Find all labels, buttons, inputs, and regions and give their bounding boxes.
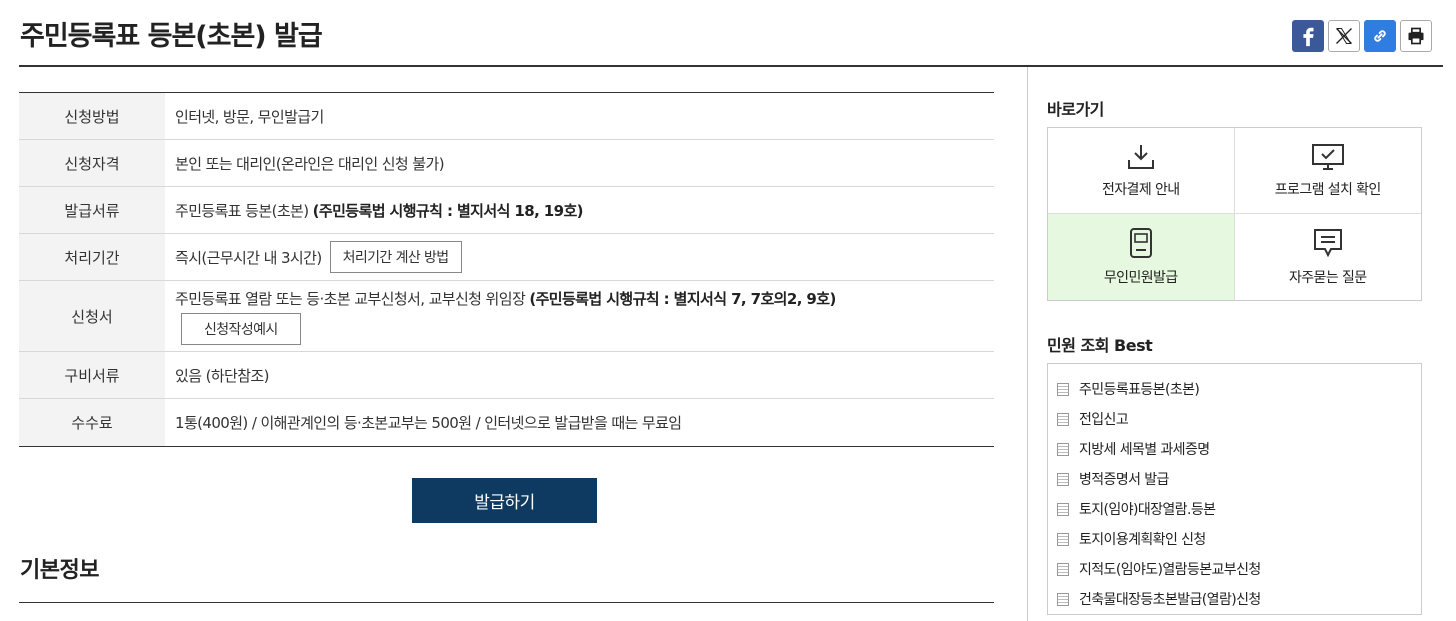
basic-info-heading: 기본정보 bbox=[20, 558, 99, 583]
row-value: 본인 또는 대리인(온라인은 대리인 신청 불가) bbox=[175, 154, 445, 173]
row-label: 발급서류 bbox=[19, 187, 165, 233]
download-icon bbox=[1127, 144, 1154, 169]
sidebar-divider bbox=[1027, 67, 1028, 621]
list-item-label: 지적도(임야도)열람등본교부신청 bbox=[1079, 562, 1261, 578]
list-item-label: 주민등록표등본(초본) bbox=[1079, 382, 1200, 398]
application-example-button[interactable]: 신청작성예시 bbox=[181, 312, 301, 345]
list-item-label: 토지이용계획확인 신청 bbox=[1079, 532, 1206, 548]
table-row: 처리기간 즉시(근무시간 내 3시간) 처리기간 계산 방법 bbox=[19, 234, 994, 281]
kiosk-icon bbox=[1129, 228, 1152, 258]
list-item-label: 지방세 세목별 과세증명 bbox=[1079, 442, 1210, 458]
monitor-check-icon bbox=[1311, 143, 1344, 170]
list-item[interactable]: 주민등록표등본(초본) bbox=[1057, 374, 1421, 404]
document-icon bbox=[1057, 532, 1069, 546]
row-label: 신청자격 bbox=[19, 140, 165, 186]
link-icon[interactable] bbox=[1364, 20, 1396, 52]
list-item[interactable]: 건축물대장등초본발급(열람)신청 bbox=[1057, 584, 1421, 614]
table-row: 신청서 주민등록표 열람 또는 등·초본 교부신청서, 교부신청 위임장 (주민… bbox=[19, 281, 994, 352]
shortcut-label: 무인민원발급 bbox=[1103, 270, 1178, 286]
row-label: 구비서류 bbox=[19, 352, 165, 398]
shortcut-kiosk[interactable]: 무인민원발급 bbox=[1048, 214, 1235, 300]
list-item[interactable]: 토지(임야)대장열람.등본 bbox=[1057, 494, 1421, 524]
row-value-law: (주민등록법 시행규칙 : 별지서식 18, 19호) bbox=[312, 201, 584, 220]
table-row: 수수료 1통(400원) / 이해관계인의 등·초본교부는 500원 / 인터넷… bbox=[19, 399, 994, 446]
shortcut-label: 프로그램 설치 확인 bbox=[1274, 181, 1382, 198]
best-list: 주민등록표등본(초본) 전입신고 지방세 세목별 과세증명 병적증명서 발급 토… bbox=[1047, 363, 1422, 615]
row-value-law: (주민등록법 시행규칙 : 별지서식 7, 7호의2, 9호) bbox=[529, 289, 836, 308]
list-item[interactable]: 지적도(임야도)열람등본교부신청 bbox=[1057, 554, 1421, 584]
shortcut-epayment[interactable]: 전자결제 안내 bbox=[1048, 128, 1235, 214]
document-icon bbox=[1057, 592, 1069, 606]
document-icon bbox=[1057, 412, 1069, 426]
document-icon bbox=[1057, 442, 1069, 456]
shortcut-program-check[interactable]: 프로그램 설치 확인 bbox=[1234, 128, 1421, 214]
row-label: 수수료 bbox=[19, 399, 165, 446]
facebook-icon[interactable] bbox=[1292, 20, 1324, 52]
shortcut-label: 전자결제 안내 bbox=[1101, 181, 1180, 198]
table-row: 구비서류 있음 (하단참조) bbox=[19, 352, 994, 399]
list-item-label: 전입신고 bbox=[1079, 412, 1129, 428]
list-item-label: 토지(임야)대장열람.등본 bbox=[1079, 502, 1216, 518]
list-item-label: 병적증명서 발급 bbox=[1079, 472, 1169, 488]
row-label: 신청방법 bbox=[19, 93, 165, 139]
document-icon bbox=[1057, 382, 1069, 396]
x-icon[interactable] bbox=[1328, 20, 1360, 52]
shortcut-heading: 바로가기 bbox=[1047, 100, 1104, 119]
share-toolbar bbox=[1292, 20, 1432, 52]
speech-bubble-icon bbox=[1313, 229, 1342, 258]
table-row: 신청자격 본인 또는 대리인(온라인은 대리인 신청 불가) bbox=[19, 140, 994, 187]
document-icon bbox=[1057, 562, 1069, 576]
table-row: 신청방법 인터넷, 방문, 무인발급기 bbox=[19, 93, 994, 140]
list-item[interactable]: 지방세 세목별 과세증명 bbox=[1057, 434, 1421, 464]
shortcut-faq[interactable]: 자주묻는 질문 bbox=[1235, 214, 1422, 300]
row-value: 주민등록표 등본(초본) bbox=[175, 201, 313, 220]
basic-info-divider bbox=[19, 602, 994, 603]
list-item-label: 건축물대장등초본발급(열람)신청 bbox=[1079, 592, 1261, 608]
row-value: 인터넷, 방문, 무인발급기 bbox=[175, 107, 324, 126]
document-icon bbox=[1057, 472, 1069, 486]
list-item[interactable]: 토지이용계획확인 신청 bbox=[1057, 524, 1421, 554]
best-heading: 민원 조회 Best bbox=[1047, 336, 1153, 355]
row-value: 1통(400원) / 이해관계인의 등·초본교부는 500원 / 인터넷으로 발… bbox=[175, 414, 682, 432]
table-row: 발급서류 주민등록표 등본(초본) (주민등록법 시행규칙 : 별지서식 18,… bbox=[19, 187, 994, 234]
shortcut-grid: 전자결제 안내 프로그램 설치 확인 무인민원발급 자주묻는 질문 bbox=[1047, 127, 1422, 301]
row-label: 처리기간 bbox=[19, 234, 165, 280]
processing-time-calc-button[interactable]: 처리기간 계산 방법 bbox=[329, 241, 462, 273]
row-value: 즉시(근무시간 내 3시간) bbox=[175, 248, 322, 267]
list-item[interactable]: 전입신고 bbox=[1057, 404, 1421, 434]
list-item[interactable]: 병적증명서 발급 bbox=[1057, 464, 1421, 494]
info-table: 신청방법 인터넷, 방문, 무인발급기 신청자격 본인 또는 대리인(온라인은 … bbox=[19, 92, 994, 447]
row-value: 주민등록표 열람 또는 등·초본 교부신청서, 교부신청 위임장 bbox=[175, 289, 530, 308]
issue-button[interactable]: 발급하기 bbox=[412, 478, 597, 523]
title-divider bbox=[19, 65, 1443, 67]
document-icon bbox=[1057, 502, 1069, 516]
shortcut-label: 자주묻는 질문 bbox=[1288, 270, 1367, 286]
row-label: 신청서 bbox=[19, 281, 165, 351]
page-title: 주민등록표 등본(초본) 발급 bbox=[20, 21, 323, 52]
row-value: 있음 (하단참조) bbox=[175, 366, 269, 385]
print-icon[interactable] bbox=[1400, 20, 1432, 52]
